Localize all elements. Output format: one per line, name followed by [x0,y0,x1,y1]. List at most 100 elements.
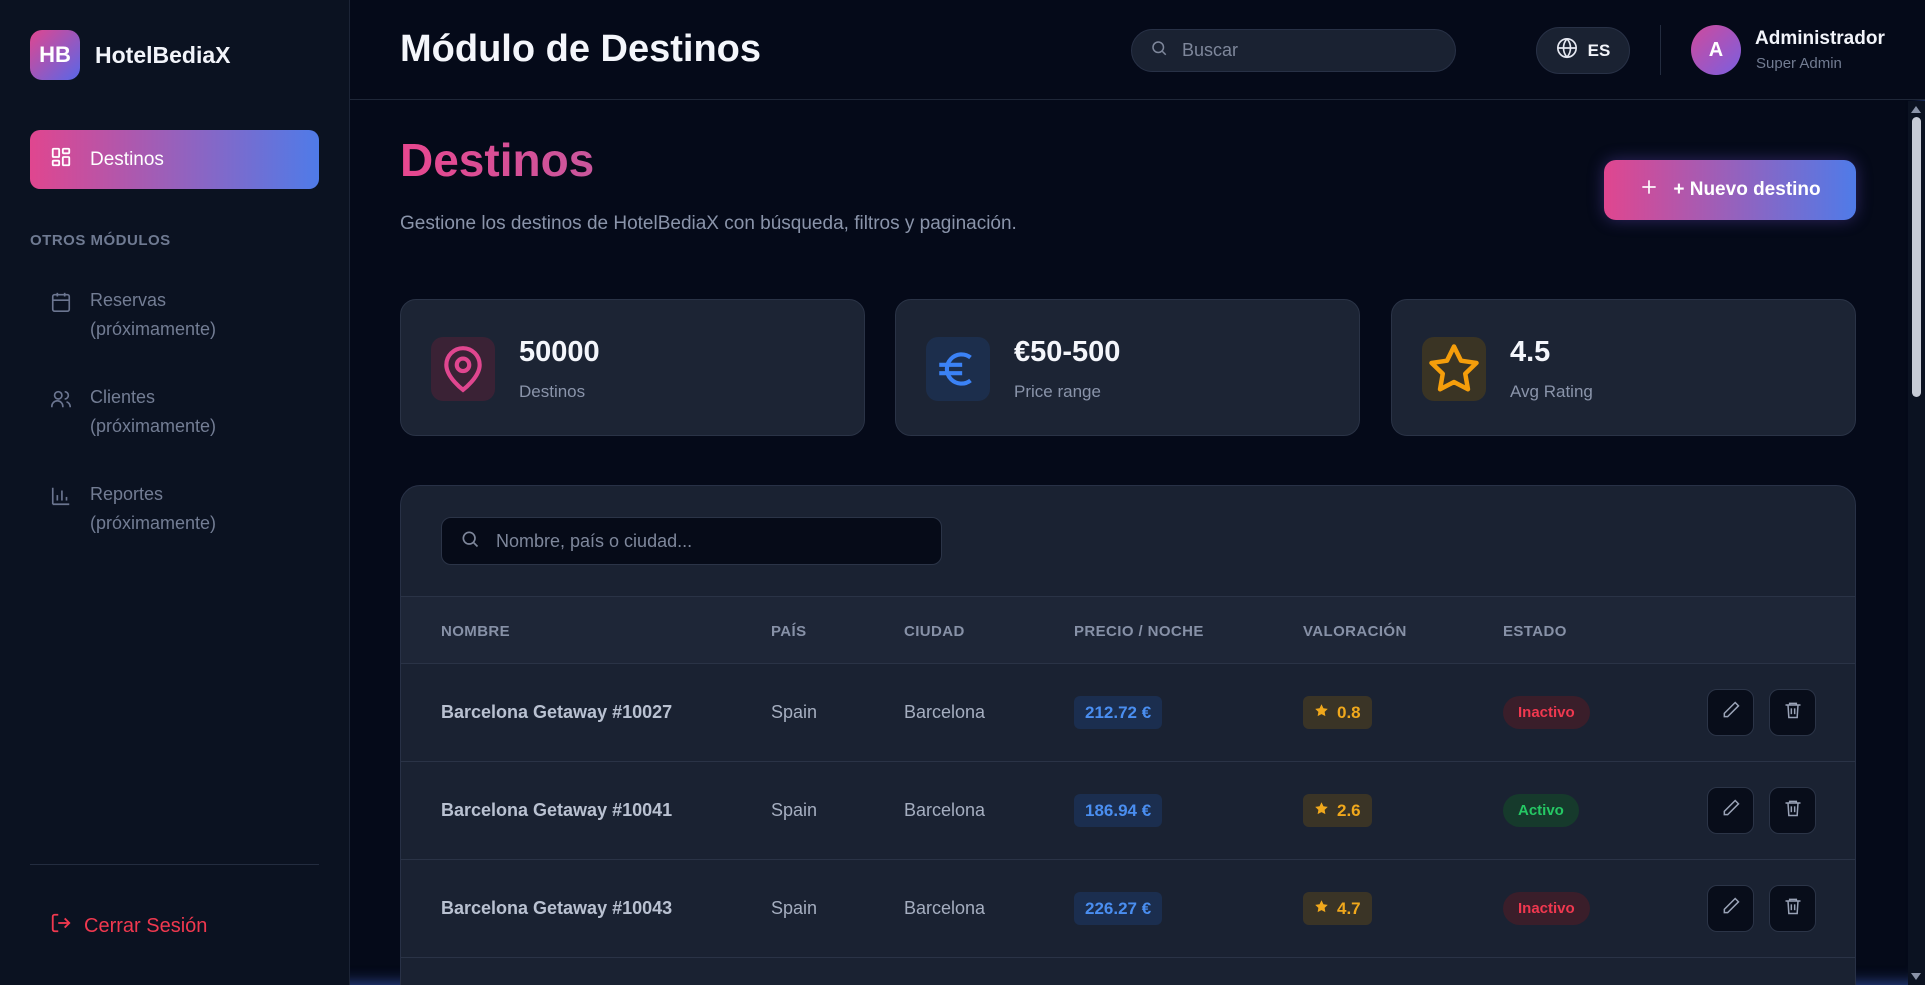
sidebar: HB HotelBediaX Destinos OTROS MÓDULOS Re… [0,0,350,985]
cell-name: Barcelona Getaway #10027 [441,702,673,722]
destinations-table-card: NOMBRE PAÍS CIUDAD PRECIO / NOCHE VALORA… [400,485,1856,985]
sidebar-item-label: Clientes [90,387,156,407]
new-destination-button[interactable]: + Nuevo destino [1604,160,1856,220]
star-icon [1314,696,1329,729]
sidebar-item-reportes[interactable]: Reportes (próximamente) [50,480,310,538]
stat-label: Destinos [519,382,586,401]
rating-value: 2.6 [1337,801,1361,820]
pencil-icon [1721,700,1741,725]
table-search-input[interactable] [496,530,746,552]
table-search[interactable] [441,517,942,565]
table-row[interactable]: Barcelona Getaway #10043 Spain Barcelona… [401,860,1855,958]
delete-button[interactable] [1769,885,1816,932]
cell-country: Spain [771,800,818,820]
trash-icon [1783,896,1803,921]
table-row[interactable]: Barcelona Getaway #10041 Spain Barcelona… [401,762,1855,860]
logout-label: Cerrar Sesión [84,914,208,937]
cell-city: Barcelona [904,702,986,722]
delete-button[interactable] [1769,787,1816,834]
column-header-price[interactable]: PRECIO / NOCHE [1074,623,1204,640]
stat-value: 4.5 [1510,336,1551,368]
trash-icon [1783,700,1803,725]
cell-name: Barcelona Getaway #10041 [441,800,673,820]
cell-name: Barcelona Getaway #10043 [441,898,673,918]
cell-country: Spain [771,702,818,722]
sidebar-divider [30,864,319,865]
column-header-rating[interactable]: VALORACIÓN [1303,623,1407,640]
scroll-down-arrow-icon[interactable] [1911,973,1921,980]
sidebar-section-label: OTROS MÓDULOS [30,232,171,249]
main-content: Destinos Gestione los destinos de HotelB… [350,101,1908,985]
page-title: Módulo de Destinos [400,28,761,70]
table-header: NOMBRE PAÍS CIUDAD PRECIO / NOCHE VALORA… [401,596,1855,664]
column-header-city[interactable]: CIUDAD [904,623,965,640]
header-divider [1660,25,1661,75]
user-role: Super Admin [1756,55,1842,72]
section-title: Destinos [400,134,595,186]
cell-country: Spain [771,898,818,918]
rating-value: 0.8 [1337,703,1361,722]
trash-icon [1783,798,1803,823]
price-badge: 186.94 € [1074,794,1163,827]
sidebar-item-label: Reservas [90,290,167,310]
plus-icon [1639,177,1659,203]
stat-label: Price range [1014,382,1101,401]
rating-value: 4.7 [1337,899,1361,918]
brand-name: HotelBediaX [95,41,231,68]
bar-chart-icon [50,485,72,538]
rating-badge: 4.7 [1303,892,1372,925]
cell-city: Barcelona [904,800,986,820]
brand-logo: HB [30,30,80,80]
sidebar-item-reservas[interactable]: Reservas (próximamente) [50,286,310,344]
delete-button[interactable] [1769,689,1816,736]
search-icon [460,529,480,554]
section-subtitle: Gestione los destinos de HotelBediaX con… [400,213,1017,234]
table-row[interactable]: Barcelona Getaway #10027 Spain Barcelona… [401,664,1855,762]
sidebar-item-clientes[interactable]: Clientes (próximamente) [50,383,310,441]
search-icon [1150,39,1168,62]
sidebar-item-label: Destinos [90,148,164,170]
stat-value: 50000 [519,336,600,368]
rating-badge: 2.6 [1303,794,1372,827]
stat-card-destinations: 50000 Destinos [400,299,865,436]
sidebar-item-sublabel: (próximamente) [90,319,217,339]
users-icon [50,388,72,441]
status-badge: Inactivo [1503,892,1590,925]
column-header-name[interactable]: NOMBRE [441,623,510,640]
top-header: Módulo de Destinos ES A Administrador Su… [350,0,1925,100]
main-scrollbar[interactable] [1908,101,1925,985]
sidebar-item-sublabel: (próximamente) [90,513,217,533]
global-search[interactable] [1131,29,1456,72]
scrollbar-thumb[interactable] [1912,117,1921,397]
star-icon [1422,337,1486,401]
status-badge: Activo [1503,794,1579,827]
stat-value: €50-500 [1014,336,1121,368]
column-header-status[interactable]: ESTADO [1503,623,1567,640]
user-name: Administrador [1755,28,1885,49]
calendar-icon [50,291,72,344]
avatar[interactable]: A [1691,25,1741,75]
language-switcher[interactable]: ES [1536,27,1630,74]
language-code: ES [1587,40,1611,60]
sidebar-item-label: Reportes [90,484,164,504]
edit-button[interactable] [1707,689,1754,736]
search-input[interactable] [1182,40,1432,61]
sidebar-item-destinos[interactable]: Destinos [30,130,319,189]
dashboard-grid-icon [50,146,72,174]
scroll-up-arrow-icon[interactable] [1911,106,1921,113]
stat-card-price-range: €50-500 Price range [895,299,1360,436]
edit-button[interactable] [1707,885,1754,932]
euro-icon [926,337,990,401]
status-badge: Inactivo [1503,696,1590,729]
column-header-country[interactable]: PAÍS [771,623,807,640]
stat-card-avg-rating: 4.5 Avg Rating [1391,299,1856,436]
stat-label: Avg Rating [1510,382,1593,401]
cell-city: Barcelona [904,898,986,918]
price-badge: 226.27 € [1074,892,1163,925]
globe-icon [1556,37,1578,64]
edit-button[interactable] [1707,787,1754,834]
logout-button[interactable]: Cerrar Sesión [50,912,207,940]
star-icon [1314,794,1329,827]
brand[interactable]: HB HotelBediaX [30,30,230,80]
star-icon [1314,892,1329,925]
